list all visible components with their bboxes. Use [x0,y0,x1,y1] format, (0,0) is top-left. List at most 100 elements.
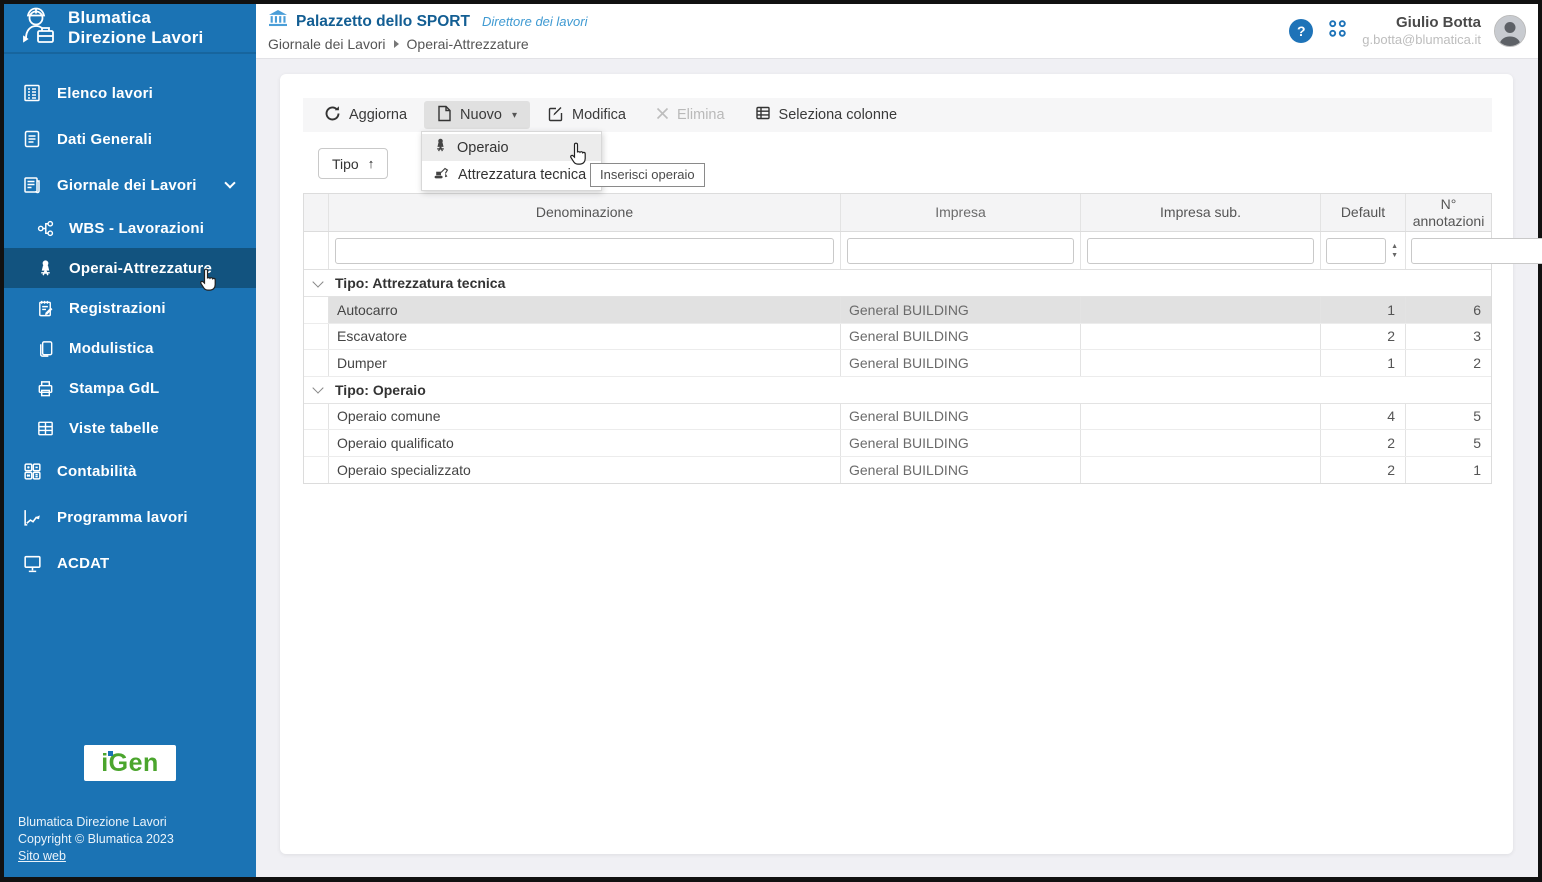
question-icon: ? [1297,23,1306,39]
sidebar-item-giornale-dei-lavori[interactable]: Giornale dei Lavori [4,162,256,208]
excavator-icon [433,165,449,184]
chevron-down-icon [224,177,235,188]
sidebar-item-stampa-gdl[interactable]: Stampa GdL [4,368,256,408]
group-row-attrezzatura[interactable]: Tipo: Attrezzatura tecnica [304,270,1491,297]
newspaper-icon [20,175,44,195]
sidebar-item-label: Modulistica [69,340,154,357]
sidebar-item-viste-tabelle[interactable]: Viste tabelle [4,408,256,448]
delete-button[interactable]: Elimina [643,101,738,129]
group-by-tipo-button[interactable]: Tipo ↑ [318,148,388,179]
table-icon [34,419,56,438]
table-row[interactable]: Escavatore General BUILDING 2 3 [304,324,1491,351]
header-default[interactable]: Default [1321,194,1406,231]
header-annotazioni[interactable]: N° annotazioni [1406,194,1491,231]
columns-icon [755,105,771,125]
sidebar-menu: Elenco lavori Dati Generali Giornale dei… [4,54,256,586]
collapse-chevron-icon[interactable] [312,276,323,287]
header-impresa[interactable]: Impresa [841,194,1081,231]
sidebar-item-label: Programma lavori [57,509,188,526]
tooltip: Inserisci operaio [590,163,705,187]
footer-app-name: Blumatica Direzione Lavori [18,815,242,829]
project-title[interactable]: Palazzetto dello SPORT [296,13,470,31]
monitor-icon [20,553,44,574]
footer-website-link[interactable]: Sito web [18,849,66,863]
gantt-chart-icon [20,507,44,528]
copies-icon [34,339,56,358]
header-impresa-sub[interactable]: Impresa sub. [1081,194,1321,231]
table-row[interactable]: Operaio specializzato General BUILDING 2… [304,457,1491,484]
content-card: Aggiorna Nuovo ▾ [280,74,1513,854]
footer-copyright: Copyright © Blumatica 2023 [18,832,242,846]
grid-filter-row: ▲ ▼ ▲ ▼ [304,232,1491,270]
sidebar-item-label: Elenco lavori [57,85,153,102]
header-select-column [304,194,329,231]
sidebar-item-label: Giornale dei Lavori [57,177,197,194]
filter-denominazione-input[interactable] [335,238,834,264]
sidebar-item-label: Stampa GdL [69,380,159,397]
worker-briefcase-icon [16,6,58,51]
select-columns-button[interactable]: Seleziona colonne [742,101,911,129]
spin-up-icon[interactable]: ▲ [1389,242,1400,251]
filter-default-input[interactable] [1326,238,1386,264]
filter-impresa-sub-input[interactable] [1087,238,1314,264]
sidebar-item-modulistica[interactable]: Modulistica [4,328,256,368]
sidebar-item-wbs-lavorazioni[interactable]: WBS - Lavorazioni [4,208,256,248]
igen-logo-dot [108,751,113,756]
user-info[interactable]: Giulio Botta g.botta@blumatica.it [1362,14,1481,48]
close-x-icon [656,107,669,124]
app-logo: Blumatica Direzione Lavori [4,4,256,54]
sidebar-item-label: Operai-Attrezzature [69,260,212,277]
document-icon [20,129,44,149]
sidebar-item-label: ACDAT [57,555,109,572]
igen-logo: iGen [84,745,176,781]
sidebar-item-label: Registrazioni [69,300,166,317]
table-row[interactable]: Dumper General BUILDING 1 2 [304,350,1491,377]
spin-down-icon[interactable]: ▼ [1389,251,1400,260]
menu-item-operaio[interactable]: Operaio [422,134,601,161]
avatar[interactable] [1494,15,1526,47]
building-icon [268,10,288,33]
sidebar-item-programma-lavori[interactable]: Programma lavori [4,494,256,540]
collapse-chevron-icon[interactable] [312,382,323,393]
org-chart-icon [34,219,56,238]
new-button[interactable]: Nuovo ▾ [424,101,530,129]
user-role-label: Direttore dei lavori [482,14,588,29]
edit-icon [547,105,564,126]
user-name: Giulio Botta [1362,14,1481,32]
brand-line2: Direzione Lavori [68,28,203,48]
filter-impresa-input[interactable] [847,238,1074,264]
sidebar-item-contabilita[interactable]: Contabilità [4,448,256,494]
breadcrumb: Giornale dei Lavori Operai-Attrezzature [268,36,587,52]
edit-button[interactable]: Modifica [534,101,639,129]
sort-ascending-icon: ↑ [368,156,375,171]
menu-item-attrezzatura-tecnica[interactable]: Attrezzatura tecnica [422,161,601,188]
group-row-operaio[interactable]: Tipo: Operaio [304,377,1491,404]
breadcrumb-current: Operai-Attrezzature [407,36,529,52]
sidebar-item-acdat[interactable]: ACDAT [4,540,256,586]
breadcrumb-separator-icon [394,40,399,48]
filter-annotazioni-input[interactable] [1411,238,1542,264]
calculator-icon [20,461,44,482]
apps-grid-icon[interactable] [1326,17,1349,45]
data-grid: Denominazione Impresa Impresa sub. Defau… [303,193,1492,484]
table-row[interactable]: Operaio qualificato General BUILDING 2 5 [304,430,1491,457]
sidebar-item-label: WBS - Lavorazioni [69,220,204,237]
table-row[interactable]: Operaio comune General BUILDING 4 5 [304,404,1491,431]
header-denominazione[interactable]: Denominazione [329,194,841,231]
sidebar-item-operai-attrezzature[interactable]: Operai-Attrezzature [4,248,256,288]
sidebar-item-dati-generali[interactable]: Dati Generali [4,116,256,162]
clipboard-pen-icon [34,299,56,318]
sidebar-item-elenco-lavori[interactable]: Elenco lavori [4,70,256,116]
sidebar: Blumatica Direzione Lavori Elenco lavori… [4,4,256,877]
user-email: g.botta@blumatica.it [1362,32,1481,48]
refresh-button[interactable]: Aggiorna [311,101,420,129]
table-row[interactable]: Autocarro General BUILDING 1 6 [304,297,1491,324]
breadcrumb-parent[interactable]: Giornale dei Lavori [268,36,386,52]
list-icon [20,83,44,103]
sidebar-item-label: Contabilità [57,463,137,480]
refresh-icon [324,105,341,126]
help-button[interactable]: ? [1289,19,1313,43]
brand-line1: Blumatica [68,8,203,28]
caret-down-icon: ▾ [512,110,517,121]
sidebar-item-registrazioni[interactable]: Registrazioni [4,288,256,328]
